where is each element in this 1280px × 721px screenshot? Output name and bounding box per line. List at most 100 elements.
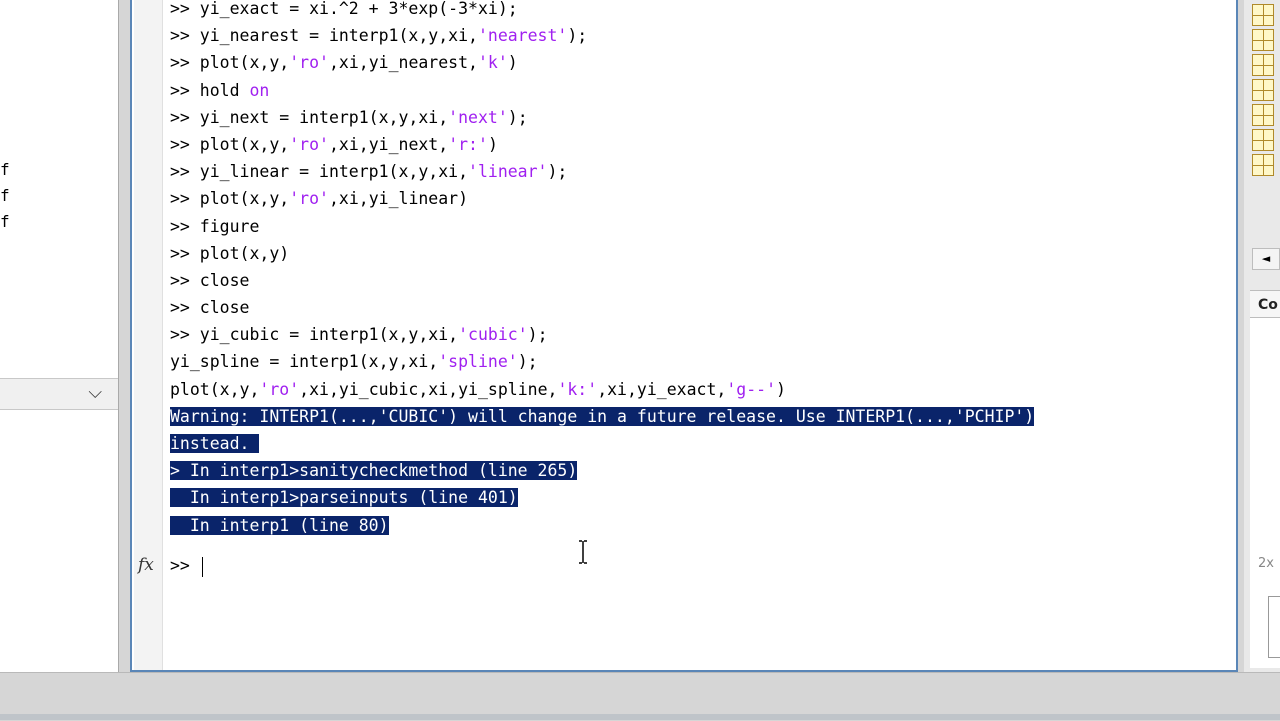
selected-output-line[interactable]: > In interp1>sanitycheckmethod (line 265… xyxy=(170,457,1236,484)
code-text: ) xyxy=(776,379,786,399)
line-content: >> close xyxy=(170,298,249,317)
code-text: > In interp1>sanitycheckmethod (line 265… xyxy=(170,461,578,481)
string-literal: 'k' xyxy=(477,53,508,73)
current-folder-panel: f f f ⌵ xyxy=(0,0,119,672)
status-strip xyxy=(0,714,1280,720)
command-line[interactable]: >> plot(x,y,'ro',xi,yi_nearest,'k') xyxy=(170,49,1236,76)
line-content: In interp1>parseinputs (line 401) xyxy=(170,488,518,508)
line-content: >> hold on xyxy=(170,81,269,100)
details-panel-header[interactable]: ⌵ xyxy=(0,378,118,410)
selected-output-line[interactable]: Warning: INTERP1(...,'CUBIC') will chang… xyxy=(170,403,1236,430)
variable-icons xyxy=(1252,4,1278,179)
code-text: plot(x,y, xyxy=(170,379,260,399)
line-content: >> plot(x,y,'ro',xi,yi_linear) xyxy=(170,189,468,208)
line-content: instead. xyxy=(170,434,260,453)
command-line[interactable]: >> close xyxy=(170,267,1236,294)
command-line[interactable]: >> figure xyxy=(170,213,1236,240)
command-prompt[interactable]: >> xyxy=(170,552,203,579)
variable-grid-icon[interactable] xyxy=(1252,104,1274,126)
prompt-symbol: >> xyxy=(170,556,200,575)
code-text: >> close xyxy=(170,270,250,290)
command-line[interactable]: >> yi_cubic = interp1(x,y,xi,'cubic'); xyxy=(170,321,1236,348)
line-content: >> figure xyxy=(170,217,259,236)
variable-grid-icon[interactable] xyxy=(1252,154,1274,176)
variable-grid-icon[interactable] xyxy=(1252,79,1274,101)
code-text: ,xi,yi_linear) xyxy=(328,189,469,209)
command-line[interactable]: plot(x,y,'ro',xi,yi_cubic,xi,yi_spline,'… xyxy=(170,376,1236,403)
code-text: >> plot(x,y) xyxy=(170,243,290,263)
command-line[interactable]: >> plot(x,y,'ro',xi,yi_next,'r:') xyxy=(170,131,1236,158)
code-text: >> close xyxy=(170,298,250,318)
line-content: >> yi_next = interp1(x,y,xi,'next'); xyxy=(170,108,528,127)
code-text: ); xyxy=(507,107,528,127)
code-text: ,xi,yi_cubic,xi,yi_spline, xyxy=(299,379,558,399)
line-content: >> plot(x,y,'ro',xi,yi_next,'r:') xyxy=(170,135,498,154)
variable-grid-icon[interactable] xyxy=(1252,4,1274,26)
string-literal: 'nearest' xyxy=(477,26,568,46)
code-text: ,xi,yi_next, xyxy=(328,134,449,154)
scroll-left-button[interactable]: ◄ xyxy=(1252,248,1280,270)
code-text: ); xyxy=(517,352,538,372)
code-text: >> yi_next = interp1(x,y,xi, xyxy=(170,107,449,127)
command-line[interactable]: yi_spline = interp1(x,y,xi,'spline'); xyxy=(170,348,1236,375)
variable-grid-icon[interactable] xyxy=(1252,129,1274,151)
code-text: ) xyxy=(507,53,518,73)
chevron-down-icon[interactable]: ⌵ xyxy=(88,382,102,403)
text-caret xyxy=(201,556,203,577)
command-line[interactable]: >> yi_nearest = interp1(x,y,xi,'nearest'… xyxy=(170,22,1236,49)
variable-grid-icon[interactable] xyxy=(1252,29,1274,51)
string-literal: on xyxy=(249,80,270,100)
code-text: >> plot(x,y, xyxy=(170,189,290,209)
history-entry-box[interactable] xyxy=(1268,596,1280,658)
line-content: >> close xyxy=(170,271,249,290)
code-text: >> figure xyxy=(170,216,260,236)
code-text: >> yi_cubic = interp1(x,y,xi, xyxy=(170,325,459,345)
command-history-title[interactable]: Co xyxy=(1250,290,1280,318)
string-literal: 'ro' xyxy=(289,134,329,154)
zoom-label: 2x xyxy=(1258,556,1274,571)
code-text: instead. xyxy=(170,434,260,453)
ibeam-cursor-icon xyxy=(579,540,587,564)
workspace-panel: ◄ Co 2x xyxy=(1244,0,1280,672)
code-text: >> hold xyxy=(170,80,250,100)
line-content: yi_spline = interp1(x,y,xi,'spline'); xyxy=(170,352,538,371)
command-history-output[interactable]: >> yi_exact = xi.^2 + 3*exp(-3*xi); >> yi… xyxy=(170,0,1236,539)
command-line[interactable]: >> plot(x,y,'ro',xi,yi_linear) xyxy=(170,185,1236,212)
variable-grid-icon[interactable] xyxy=(1252,54,1274,76)
file-list-fragment[interactable]: f xyxy=(0,160,10,179)
line-content: >> yi_cubic = interp1(x,y,xi,'cubic'); xyxy=(170,325,548,344)
command-line[interactable]: >> yi_exact = xi.^2 + 3*exp(-3*xi); xyxy=(170,0,1236,22)
command-line[interactable]: >> yi_linear = interp1(x,y,xi,'linear'); xyxy=(170,158,1236,185)
selected-output-line[interactable]: In interp1 (line 80) xyxy=(170,512,1236,539)
line-content: plot(x,y,'ro',xi,yi_cubic,xi,yi_spline,'… xyxy=(170,380,786,399)
file-list-fragment[interactable]: f xyxy=(0,212,10,231)
line-content: > In interp1>sanitycheckmethod (line 265… xyxy=(170,461,578,481)
code-text: ); xyxy=(567,26,588,46)
code-text: >> plot(x,y, xyxy=(170,53,290,73)
code-text: ); xyxy=(547,162,568,182)
command-line[interactable]: >> close xyxy=(170,294,1236,321)
string-literal: 'ro' xyxy=(289,189,329,209)
selected-output-line[interactable]: In interp1>parseinputs (line 401) xyxy=(170,484,1236,511)
code-text: ) xyxy=(487,134,498,154)
command-line[interactable]: >> yi_next = interp1(x,y,xi,'next'); xyxy=(170,104,1236,131)
command-window[interactable]: >> yi_exact = xi.^2 + 3*exp(-3*xi); >> yi… xyxy=(130,0,1238,672)
line-content: In interp1 (line 80) xyxy=(170,515,389,535)
selected-output-line[interactable]: instead. xyxy=(170,430,1236,457)
string-literal: 'r:' xyxy=(448,134,488,154)
string-literal: 'linear' xyxy=(468,162,548,182)
code-text: >> yi_exact = xi.^2 + 3*exp(-3*xi); xyxy=(170,0,518,18)
line-content: >> plot(x,y,'ro',xi,yi_nearest,'k') xyxy=(170,53,518,72)
line-content: Warning: INTERP1(...,'CUBIC') will chang… xyxy=(170,406,1035,426)
command-line[interactable]: >> plot(x,y) xyxy=(170,240,1236,267)
function-browser-icon[interactable]: fx xyxy=(138,555,154,575)
string-literal: 'k:' xyxy=(557,379,598,399)
line-content: >> yi_nearest = interp1(x,y,xi,'nearest'… xyxy=(170,26,587,45)
command-line[interactable]: >> hold on xyxy=(170,77,1236,104)
line-content: >> plot(x,y) xyxy=(170,244,289,263)
code-text: ,xi,yi_exact, xyxy=(597,379,727,399)
code-text: Warning: INTERP1(...,'CUBIC') will chang… xyxy=(170,406,1035,426)
file-list-fragment[interactable]: f xyxy=(0,186,10,205)
code-text: >> yi_linear = interp1(x,y,xi, xyxy=(170,162,469,182)
string-literal: 'ro' xyxy=(289,53,329,73)
